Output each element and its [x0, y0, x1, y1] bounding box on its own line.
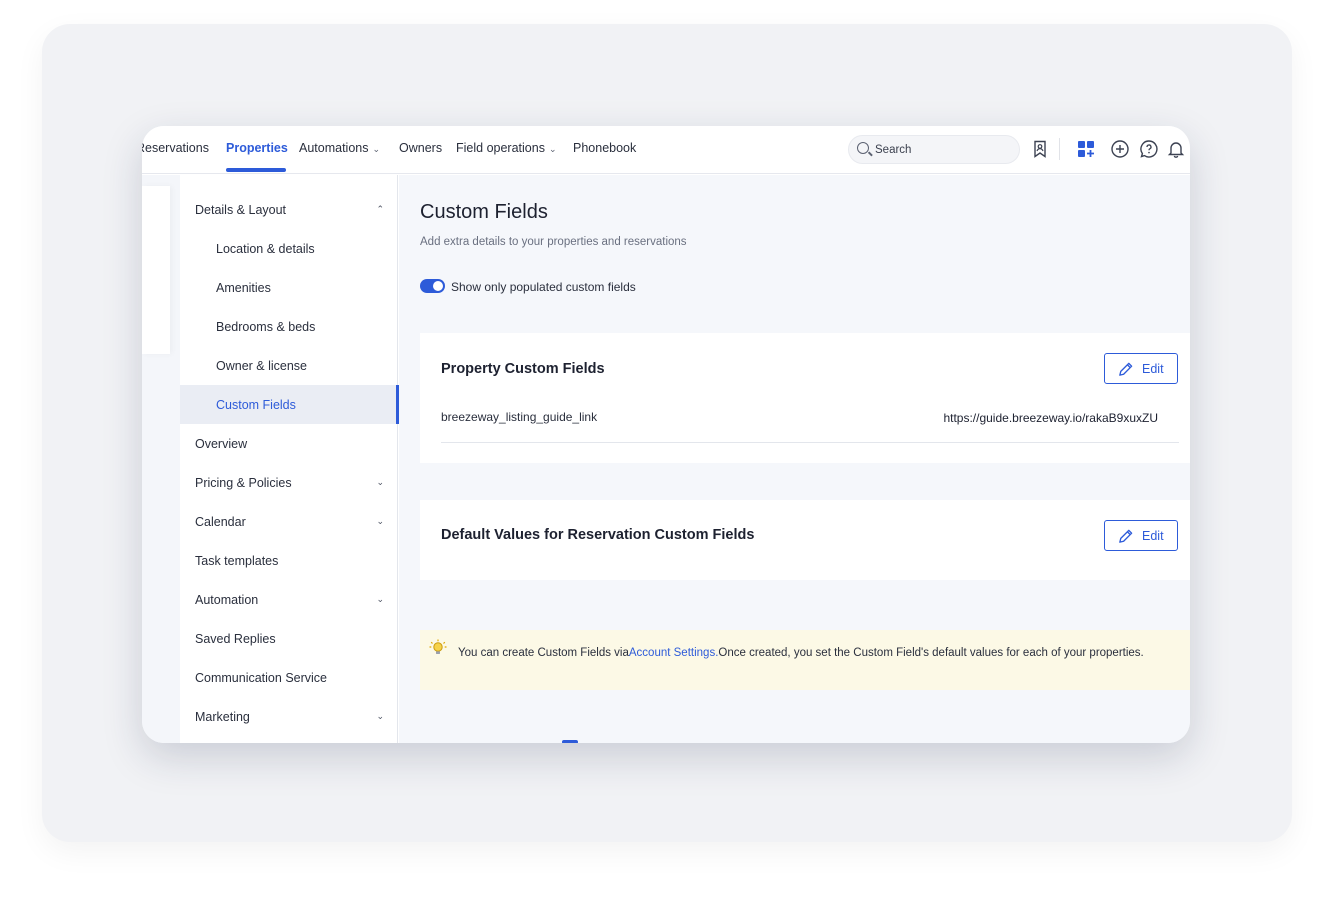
lightbulb-icon: [429, 639, 447, 654]
chevron-down-icon: ⌄: [548, 144, 557, 154]
sidebar-item-communication-service[interactable]: Communication Service: [180, 658, 398, 697]
sidebar-item-details-layout[interactable]: Details & Layout ⌃: [180, 190, 398, 229]
edit-button-label: Edit: [1142, 529, 1164, 543]
top-nav: Reservations Properties Automations ⌄ Own…: [142, 126, 1190, 174]
left-rail-panel: [142, 186, 170, 354]
nav-item-automations-label: Automations: [299, 141, 369, 155]
sidebar-item-label: Location & details: [216, 242, 315, 256]
apps-grid-icon[interactable]: [1076, 139, 1096, 159]
reservation-custom-fields-card: Default Values for Reservation Custom Fi…: [420, 500, 1190, 580]
nav-item-automations[interactable]: Automations ⌄: [299, 141, 380, 155]
bottom-indicator: [562, 740, 578, 743]
sidebar-item-label: Overview: [195, 437, 248, 451]
page-subtitle: Add extra details to your properties and…: [420, 236, 687, 248]
sidebar-item-pricing-policies[interactable]: Pricing & Policies ⌄: [180, 463, 398, 502]
sidebar-item-label: Task templates: [195, 554, 279, 568]
sidebar-item-location-details[interactable]: Location & details: [180, 229, 398, 268]
search-icon: [857, 142, 869, 154]
sidebar-item-overview[interactable]: Overview: [180, 424, 398, 463]
sidebar-item-custom-fields[interactable]: Custom Fields: [180, 385, 399, 424]
sidebar-item-label: Calendar: [195, 515, 246, 529]
toolbar-divider: [1059, 138, 1060, 160]
pencil-icon: [1119, 362, 1133, 376]
sidebar-item-automation[interactable]: Automation ⌄: [180, 580, 398, 619]
sidebar-item-label: Details & Layout: [195, 203, 287, 217]
card-title: Default Values for Reservation Custom Fi…: [441, 527, 755, 543]
chevron-up-icon: ⌃: [376, 204, 384, 214]
sidebar-item-label: Owner & license: [216, 359, 308, 373]
main-content: Custom Fields Add extra details to your …: [399, 175, 1190, 743]
sidebar-item-label: Pricing & Policies: [195, 476, 292, 490]
tip-text: You can create Custom Fields viaAccount …: [458, 643, 1158, 664]
sidebar-item-label: Saved Replies: [195, 632, 276, 646]
bookmark-person-icon[interactable]: [1030, 139, 1050, 159]
chevron-down-icon: ⌄: [376, 711, 384, 721]
sidebar-item-label: Amenities: [216, 281, 271, 295]
search-placeholder: Search: [875, 144, 912, 156]
chevron-down-icon: ⌄: [376, 594, 384, 604]
settings-sidebar: Details & Layout ⌃ Location & details Am…: [180, 175, 399, 743]
field-divider: [441, 442, 1179, 443]
sidebar-item-label: Custom Fields: [216, 398, 296, 412]
sidebar-item-task-templates[interactable]: Task templates: [180, 541, 398, 580]
sidebar-item-label: Automation: [195, 593, 259, 607]
tip-text-after: Once created, you set the Custom Field's…: [718, 647, 1144, 659]
edit-button-label: Edit: [1142, 362, 1164, 376]
property-custom-fields-card: Property Custom Fields Edit breezeway_li…: [420, 333, 1190, 463]
account-settings-link[interactable]: Account Settings.: [629, 647, 719, 659]
chevron-down-icon: ⌄: [372, 144, 381, 154]
bell-icon[interactable]: [1166, 139, 1186, 159]
card-title: Property Custom Fields: [441, 361, 605, 377]
sidebar-item-label: Bedrooms & beds: [216, 320, 316, 334]
sidebar-item-owner-license[interactable]: Owner & license: [180, 346, 398, 385]
sidebar-item-marketing[interactable]: Marketing ⌄: [180, 697, 398, 736]
nav-active-underline: [226, 168, 286, 172]
nav-item-field-operations-label: Field operations: [456, 141, 545, 155]
nav-item-properties[interactable]: Properties: [226, 141, 288, 155]
info-tip: You can create Custom Fields viaAccount …: [420, 630, 1190, 690]
app-window: Reservations Properties Automations ⌄ Own…: [142, 126, 1190, 743]
sidebar-item-calendar[interactable]: Calendar ⌄: [180, 502, 398, 541]
nav-item-field-operations[interactable]: Field operations ⌄: [456, 141, 557, 155]
nav-item-phonebook[interactable]: Phonebook: [573, 141, 636, 155]
help-chat-icon[interactable]: [1139, 139, 1159, 159]
sidebar-item-bedrooms-beds[interactable]: Bedrooms & beds: [180, 307, 398, 346]
search-box[interactable]: Search: [848, 135, 1020, 164]
page-title: Custom Fields: [420, 201, 548, 223]
sidebar-item-label: Marketing: [195, 710, 250, 724]
nav-item-owners[interactable]: Owners: [399, 141, 442, 155]
chevron-down-icon: ⌄: [376, 516, 384, 526]
sidebar-item-amenities[interactable]: Amenities: [180, 268, 398, 307]
tip-text-before: You can create Custom Fields via: [458, 647, 629, 659]
edit-property-fields-button[interactable]: Edit: [1104, 353, 1178, 384]
pencil-icon: [1119, 529, 1133, 543]
plus-circle-icon[interactable]: [1110, 139, 1130, 159]
edit-reservation-fields-button[interactable]: Edit: [1104, 520, 1178, 551]
nav-item-reservations[interactable]: Reservations: [142, 141, 209, 155]
field-key: breezeway_listing_guide_link: [441, 410, 598, 424]
sidebar-item-label: Communication Service: [195, 671, 327, 685]
populated-fields-toggle[interactable]: [420, 279, 445, 293]
populated-fields-toggle-label: Show only populated custom fields: [451, 280, 636, 294]
sidebar-item-saved-replies[interactable]: Saved Replies: [180, 619, 398, 658]
chevron-down-icon: ⌄: [376, 477, 384, 487]
field-value: https://guide.breezeway.io/rakaB9xuxZU: [943, 411, 1158, 425]
